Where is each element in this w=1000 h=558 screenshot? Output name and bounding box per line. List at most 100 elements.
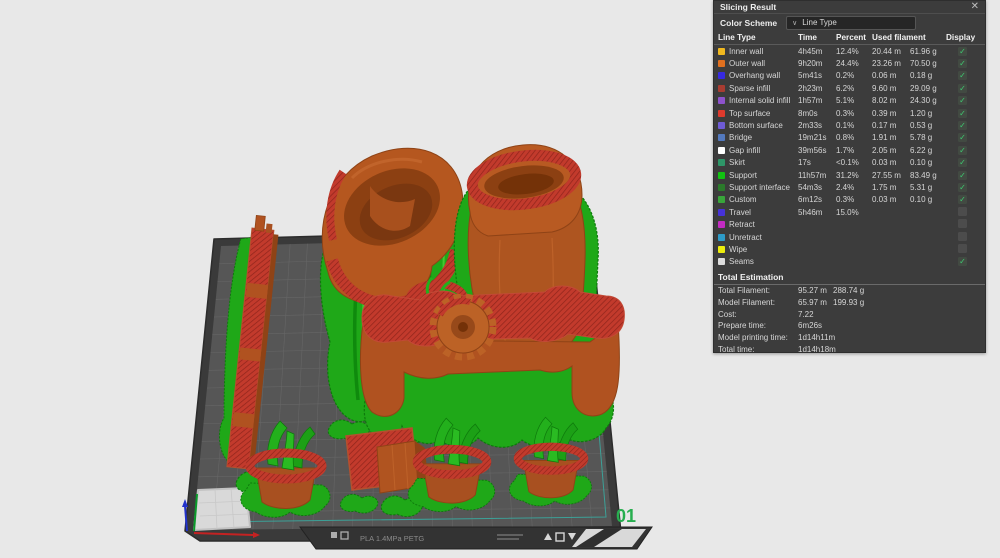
total-row: Prepare time: 6m26s xyxy=(714,320,985,332)
display-checkbox[interactable] xyxy=(958,121,967,131)
row-used-g: 0.18 g xyxy=(910,71,933,81)
row-label: Gap infill xyxy=(729,145,761,155)
display-checkbox[interactable] xyxy=(958,59,967,69)
slicing-result-panel: Slicing Result ✕ Color Scheme ∨ Line Typ… xyxy=(713,0,986,355)
display-checkbox[interactable] xyxy=(958,243,967,253)
display-checkbox[interactable] xyxy=(958,133,967,143)
display-checkbox[interactable] xyxy=(958,206,967,216)
table-row: Support interface 54m3s 2.4% 1.75 m 5.31 g xyxy=(714,181,985,193)
swatch xyxy=(718,258,725,266)
row-used-m: 2.05 m xyxy=(872,145,897,155)
total-value-1: 65.97 m xyxy=(798,298,827,308)
row-time: 8m0s xyxy=(798,108,818,118)
display-checkbox[interactable] xyxy=(958,219,967,229)
row-label: Outer wall xyxy=(729,59,766,69)
display-checkbox[interactable] xyxy=(958,170,967,180)
display-checkbox[interactable] xyxy=(958,96,967,106)
row-percent: 12.4% xyxy=(836,46,859,56)
plate-number-label[interactable]: 01 xyxy=(616,506,636,526)
display-checkbox[interactable] xyxy=(958,108,967,118)
swatch xyxy=(718,159,725,167)
swatch xyxy=(718,245,725,253)
swatch xyxy=(718,60,725,68)
display-checkbox[interactable] xyxy=(958,182,967,192)
row-used-m: 1.75 m xyxy=(872,182,897,192)
col-time: Time xyxy=(798,33,817,42)
row-label: Unretract xyxy=(729,232,762,242)
table-row: Overhang wall 5m41s 0.2% 0.06 m 0.18 g xyxy=(714,70,985,82)
plate-marker-strip: PLA 1.4MPa PETG xyxy=(299,526,653,550)
table-row: Bridge 19m21s 0.8% 1.91 m 5.78 g xyxy=(714,132,985,144)
total-value-1: 95.27 m xyxy=(798,286,827,296)
row-time: 9h20m xyxy=(798,59,823,69)
table-row: Retract xyxy=(714,218,985,230)
row-used-m: 0.06 m xyxy=(872,71,897,81)
row-time: 4h45m xyxy=(798,46,823,56)
display-checkbox[interactable] xyxy=(958,195,967,205)
row-time: 2m33s xyxy=(798,121,823,131)
color-scheme-value: Line Type xyxy=(802,18,837,27)
display-checkbox[interactable] xyxy=(958,231,967,241)
color-scheme-dropdown[interactable]: ∨ Line Type xyxy=(786,15,917,30)
display-checkbox[interactable] xyxy=(958,145,967,155)
swatch xyxy=(718,84,725,92)
row-time: 5m41s xyxy=(798,71,823,81)
total-row: Total time: 1d14h18m xyxy=(714,343,985,355)
row-time: 11h57m xyxy=(798,170,827,180)
row-label: Inner wall xyxy=(729,46,764,56)
row-used-g: 29.09 g xyxy=(910,83,937,93)
display-checkbox[interactable] xyxy=(958,158,967,168)
display-checkbox[interactable] xyxy=(958,257,967,267)
swatch xyxy=(718,233,725,241)
table-header: Line Type Time Percent Used filament Dis… xyxy=(714,31,985,45)
table-row: Seams xyxy=(714,256,985,268)
swatch xyxy=(718,47,725,55)
swatch xyxy=(718,208,725,216)
row-percent: <0.1% xyxy=(836,158,859,168)
col-line-type: Line Type xyxy=(718,33,756,42)
display-checkbox[interactable] xyxy=(958,71,967,81)
row-percent: 24.4% xyxy=(836,59,859,69)
total-label: Prepare time: xyxy=(718,321,767,331)
swatch xyxy=(718,183,725,191)
display-checkbox[interactable] xyxy=(958,83,967,93)
total-row: Total Filament: 95.27 m 288.74 g xyxy=(714,285,985,297)
row-percent: 31.2% xyxy=(836,170,859,180)
total-estimation-table: Total Filament: 95.27 m 288.74 g Model Fil… xyxy=(714,285,985,355)
row-time: 19m21s xyxy=(798,133,827,143)
table-row: Sparse infill 2h23m 6.2% 9.60 m 29.09 g xyxy=(714,82,985,94)
row-label: Overhang wall xyxy=(729,71,781,81)
row-used-m: 20.44 m xyxy=(872,46,901,56)
swatch xyxy=(718,122,725,130)
row-used-g: 5.78 g xyxy=(910,133,933,143)
table-row: Wipe xyxy=(714,243,985,255)
total-label: Total time: xyxy=(718,344,755,354)
row-label: Retract xyxy=(729,220,755,230)
row-used-m: 9.60 m xyxy=(872,83,897,93)
close-icon[interactable]: ✕ xyxy=(971,2,979,12)
total-row: Model printing time: 1d14h11m xyxy=(714,332,985,344)
table-row: Top surface 8m0s 0.3% 0.39 m 1.20 g xyxy=(714,107,985,119)
total-value-1: 1d14h18m xyxy=(798,344,836,354)
row-time: 6m12s xyxy=(798,195,823,205)
row-time: 5h46m xyxy=(798,207,823,217)
total-estimation-heading: Total Estimation xyxy=(714,270,985,286)
row-used-g: 5.31 g xyxy=(910,182,933,192)
row-label: Sparse infill xyxy=(729,83,771,93)
total-label: Model Filament: xyxy=(718,298,775,308)
row-percent: 0.8% xyxy=(836,133,855,143)
col-display: Display xyxy=(946,33,976,42)
swatch xyxy=(718,171,725,179)
chevron-down-icon: ∨ xyxy=(792,19,798,27)
model-bone[interactable] xyxy=(359,276,625,448)
total-label: Total Filament: xyxy=(718,286,771,296)
display-checkbox[interactable] xyxy=(958,46,967,56)
col-used-filament: Used filament xyxy=(872,33,926,42)
row-label: Internal solid infill xyxy=(729,96,791,106)
panel-title-bar[interactable]: Slicing Result ✕ xyxy=(714,1,985,14)
total-label: Cost: xyxy=(718,309,737,319)
row-label: Top surface xyxy=(729,108,771,118)
row-used-g: 6.22 g xyxy=(910,145,933,155)
row-percent: 0.2% xyxy=(836,71,855,81)
row-percent: 5.1% xyxy=(836,96,855,106)
